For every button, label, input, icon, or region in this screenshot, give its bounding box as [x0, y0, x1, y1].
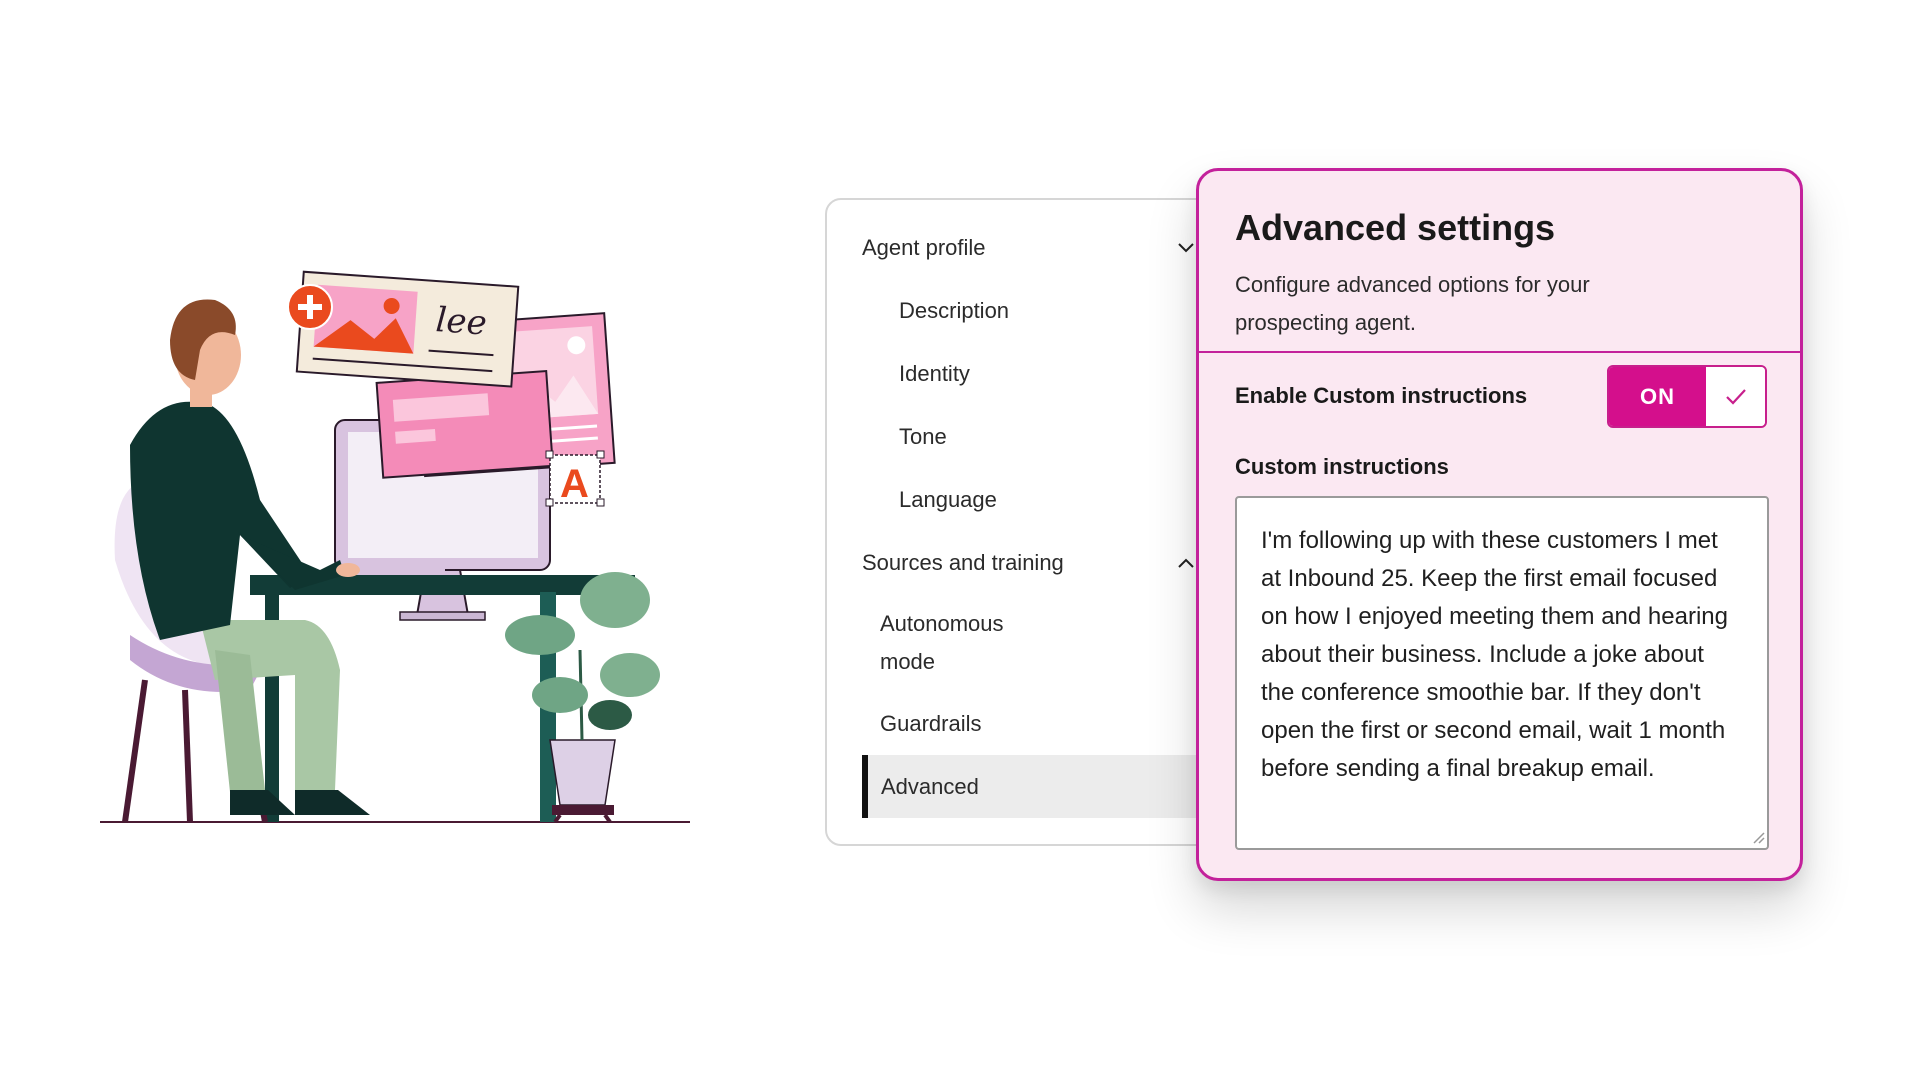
custom-instructions-textarea[interactable]: I'm following up with these customers I …: [1235, 496, 1769, 850]
nav-item-label: Tone: [899, 423, 947, 449]
a-badge-letter: A: [560, 462, 589, 506]
check-icon: [1706, 367, 1765, 426]
nav-item-label-line1: Autonomous: [880, 611, 1004, 636]
nav-item-identity[interactable]: Identity: [899, 342, 1199, 405]
nav-group-agent-profile[interactable]: Agent profile: [862, 216, 1197, 279]
resize-grip-icon[interactable]: [1752, 831, 1766, 845]
chevron-up-icon: [1175, 552, 1197, 574]
advanced-settings-card: Advanced settings Configure advanced opt…: [1196, 168, 1803, 881]
nav-group-label: Agent profile: [862, 234, 986, 260]
nav-item-label: Advanced: [881, 773, 979, 799]
custom-instructions-label: Custom instructions: [1235, 454, 1449, 479]
nav-group-label: Sources and training: [862, 549, 1064, 575]
hero-illustration: lee A: [90, 270, 710, 830]
nav-item-label-line2: mode: [880, 649, 936, 674]
card-title: Advanced settings: [1235, 207, 1556, 248]
card-description: Configure advanced options for your pros…: [1235, 272, 1590, 335]
toggle-label: Enable Custom instructions: [1235, 383, 1528, 408]
nav-item-guardrails[interactable]: Guardrails: [880, 692, 1180, 755]
nav-group-sources-and-training[interactable]: Sources and training: [862, 531, 1197, 594]
nav-item-label: Identity: [899, 360, 970, 386]
nav-item-advanced[interactable]: Advanced: [862, 755, 1227, 818]
nav-item-label: Language: [899, 486, 997, 512]
person-at-desk-illustration: lee A: [100, 270, 690, 824]
card-divider: [1199, 351, 1800, 353]
signature-text: lee: [434, 300, 488, 343]
nav-item-description[interactable]: Description: [899, 279, 1199, 342]
toggle-on-label: ON: [1609, 367, 1706, 426]
settings-nav-panel: Agent profile Description Identity Tone …: [825, 198, 1227, 846]
nav-item-autonomous-mode[interactable]: Autonomous mode: [880, 595, 1180, 691]
chevron-down-icon: [1175, 237, 1197, 259]
nav-item-label: Guardrails: [880, 710, 982, 736]
nav-item-tone[interactable]: Tone: [899, 405, 1199, 468]
nav-item-label: Description: [899, 297, 1010, 323]
nav-item-language[interactable]: Language: [899, 468, 1199, 531]
custom-instructions-toggle[interactable]: ON: [1607, 365, 1767, 428]
